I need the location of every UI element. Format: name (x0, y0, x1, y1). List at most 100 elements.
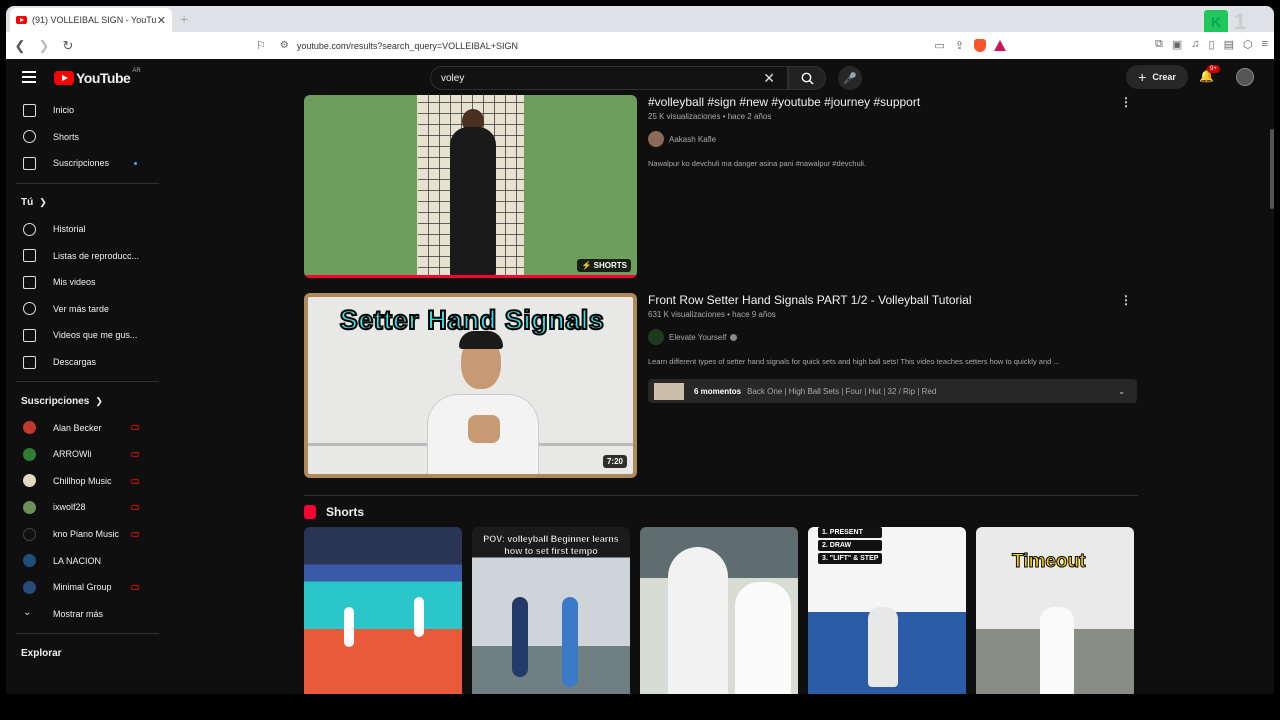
sidebar-item-listas[interactable]: Listas de reproducc... (6, 242, 158, 269)
scrollbar[interactable] (1268, 59, 1274, 694)
watch-progress-bar (304, 275, 637, 278)
search-icon (801, 72, 813, 84)
player-figure (668, 547, 728, 694)
sidebar-sub-minimal-group[interactable]: Minimal Group (6, 574, 158, 601)
bookmark-icon[interactable]: ⚐ (256, 39, 266, 52)
channel-avatar (23, 447, 36, 461)
back-icon[interactable]: ❮ (10, 38, 30, 54)
step-line: 1. PRESENT (818, 527, 883, 538)
section-you-header[interactable]: Tú ❯ (6, 190, 158, 216)
reload-icon[interactable]: ↻ (58, 38, 78, 54)
sidebar-item-ver-mas-tarde[interactable]: Ver más tarde (6, 296, 158, 323)
tab-close-icon[interactable]: ✕ (157, 14, 166, 27)
vpn-icon[interactable]: ⬡ (1243, 38, 1253, 51)
share-icon[interactable]: ⇪ (955, 39, 964, 52)
search-button[interactable] (788, 66, 826, 90)
sidebar-item-suscripciones[interactable]: Suscripciones (6, 150, 158, 177)
extension-box-icon[interactable]: ▣ (1172, 38, 1182, 51)
short-thumbnail[interactable] (304, 527, 462, 694)
sidebar-item-inicio[interactable]: Inicio (6, 97, 158, 124)
voice-search-button[interactable]: 🎤 (838, 66, 862, 90)
live-icon (131, 478, 139, 484)
short-thumbnail[interactable]: 1. PRESENT 2. DRAW 3. "LIFT" & STEP (808, 527, 966, 694)
player-figure (868, 607, 898, 687)
subscriptions-icon (23, 156, 36, 170)
short-thumbnail[interactable] (640, 527, 798, 694)
site-settings-icon[interactable]: ⚙ (280, 40, 289, 51)
coach-figure (735, 582, 791, 694)
step-line: 2. DRAW (818, 540, 883, 551)
search-input[interactable]: voley ✕ (430, 66, 788, 90)
more-actions-icon[interactable]: ⋮ (1120, 95, 1132, 109)
forward-icon[interactable]: ❯ (34, 38, 54, 54)
home-icon (23, 103, 36, 117)
video-thumbnail[interactable]: Setter Hand Signals 7:20 (304, 293, 637, 478)
wallet-icon[interactable]: ▤ (1224, 38, 1234, 51)
key-moments-toggle[interactable]: 6 momentos Back One | High Ball Sets | F… (648, 379, 1137, 403)
sidebar-sub-arrowli[interactable]: ARROWli (6, 441, 158, 468)
sidebar-item-descargas[interactable]: Descargas (6, 349, 158, 376)
sidebar-item-shorts[interactable]: Shorts (6, 124, 158, 151)
plus-icon: + (1138, 69, 1147, 85)
sidebar-label: ixwolf28 (53, 502, 86, 513)
menu-icon[interactable]: ≡ (1262, 38, 1268, 51)
cast-icon[interactable]: ▭ (934, 39, 944, 52)
sidebar-label: ARROWli (53, 449, 92, 460)
sidebar-sub-la-nacion[interactable]: LA NACION (6, 547, 158, 574)
section-title: Explorar (21, 647, 62, 659)
sidebar-sub-kno-piano[interactable]: kno Piano Music (6, 521, 158, 548)
section-title: Tú (21, 197, 34, 209)
short-thumbnail[interactable]: POV: volleyball Beginner learns how to s… (472, 527, 630, 694)
player-figure (512, 597, 528, 677)
sidebar-sub-ixwolf28[interactable]: ixwolf28 (6, 494, 158, 521)
shorts-shelf: POV: volleyball Beginner learns how to s… (304, 527, 1134, 694)
shorts-title: Shorts (326, 505, 365, 519)
brave-shield-icon[interactable] (974, 39, 986, 52)
sidebar-sub-chillhop[interactable]: Chillhop Music (6, 468, 158, 495)
channel-link[interactable]: Elevate Yourself (648, 329, 1118, 345)
notifications-button[interactable]: 🔔 9+ (1199, 65, 1220, 83)
video-title[interactable]: #volleyball #sign #new #youtube #journey… (648, 95, 1118, 109)
brave-rewards-icon[interactable] (994, 40, 1006, 51)
scrollbar-thumb[interactable] (1270, 129, 1274, 209)
overlay-logo-icon: K (1204, 10, 1228, 34)
more-actions-icon[interactable]: ⋮ (1120, 293, 1132, 307)
verified-icon (730, 333, 738, 341)
video-meta: 25 K visualizaciones • hace 2 años (648, 112, 772, 121)
clear-search-icon[interactable]: ✕ (763, 70, 775, 87)
address-bar[interactable]: ⚐ ⚙ youtube.com/results?search_query=VOL… (256, 35, 1006, 56)
create-button[interactable]: + Crear (1126, 65, 1188, 89)
video-thumbnail[interactable]: ⚡ SHORTS (304, 95, 637, 278)
sidebar-item-historial[interactable]: Historial (6, 216, 158, 243)
youtube-logo[interactable]: YouTube AR (54, 68, 141, 86)
section-subscriptions-header[interactable]: Suscripciones ❯ (6, 388, 158, 414)
download-icon (23, 355, 36, 369)
short-caption: POV: volleyball Beginner learns how to s… (483, 534, 619, 556)
notification-count: 9+ (1207, 65, 1220, 73)
sidebar-item-videos-gustan[interactable]: Videos que me gus... (6, 322, 158, 349)
sidebar-toggle-icon[interactable]: ▯ (1209, 38, 1215, 51)
search-value[interactable]: voley (441, 73, 763, 84)
channel-link[interactable]: Aakash Kafle (648, 131, 1118, 147)
video-title[interactable]: Front Row Setter Hand Signals PART 1/2 -… (648, 293, 1118, 307)
new-tab-icon[interactable]: + (180, 11, 188, 27)
show-more-button[interactable]: ⌄ Mostrar más (6, 601, 158, 628)
playlists-icon (23, 249, 36, 263)
avatar[interactable] (1236, 68, 1254, 86)
short-thumbnail[interactable]: Timeout (976, 527, 1134, 694)
media-icon[interactable]: ♫ (1191, 38, 1199, 51)
sidebar-label: Inicio (53, 105, 75, 116)
sidebar-sub-alan-becker[interactable]: Alan Becker (6, 414, 158, 441)
channel-name: Elevate Yourself (669, 332, 727, 342)
extension-puzzle-icon[interactable]: ⧉ (1155, 38, 1163, 51)
browser-tab[interactable]: (91) VOLLEIBAL SIGN - YouTube ✕ (10, 8, 172, 32)
thumbnail-caption: Setter Hand Signals (339, 304, 605, 336)
sidebar-label: Mostrar más (53, 608, 104, 619)
sidebar-label: Listas de reproducc... (53, 250, 140, 261)
moments-count: 6 momentos (694, 386, 742, 396)
sidebar-item-mis-videos[interactable]: Mis videos (6, 269, 158, 296)
channel-avatar (648, 329, 664, 345)
video-info: #volleyball #sign #new #youtube #journey… (648, 95, 1118, 168)
guide-menu-icon[interactable] (22, 71, 36, 83)
url-text[interactable]: youtube.com/results?search_query=VOLLEIB… (297, 41, 925, 51)
